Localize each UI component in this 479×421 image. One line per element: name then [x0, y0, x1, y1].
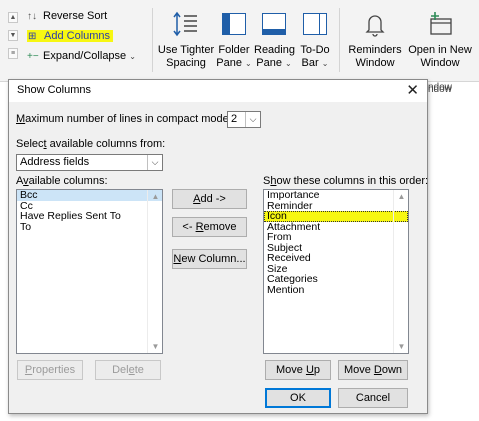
- available-columns-label: Available columns:: [16, 175, 108, 187]
- add-columns-icon: ⊞: [28, 31, 37, 42]
- show-columns-label: Show these columns in this order:: [263, 175, 429, 187]
- move-up-button[interactable]: Move Up: [265, 360, 331, 380]
- gallery-up-icon[interactable]: ▲: [8, 12, 18, 23]
- new-column-button[interactable]: New Column...: [172, 249, 247, 269]
- available-column-item[interactable]: To: [17, 221, 162, 233]
- new-window-icon: [430, 12, 452, 35]
- move-down-button[interactable]: Move Down: [338, 360, 408, 380]
- chevron-down-icon[interactable]: ⌵: [147, 155, 162, 170]
- ribbon-separator: [152, 8, 153, 72]
- ribbon: ▲ ▼ ≡ ↑↓ Reverse Sort ⊞ Add Columns +− Expa…: [0, 0, 479, 95]
- shown-column-item[interactable]: Received: [264, 253, 408, 264]
- dialog-title: Show Columns: [17, 84, 91, 96]
- add-button[interactable]: Add ->: [172, 189, 247, 209]
- available-column-item[interactable]: Bcc: [17, 190, 162, 201]
- folder-pane-icon: [222, 13, 246, 35]
- todo-bar-icon: [303, 13, 327, 35]
- todo-bar-button[interactable]: To-Do Bar ⌄: [297, 4, 333, 76]
- select-from-label: Select available columns from:: [16, 138, 166, 150]
- chevron-down-icon: ⌄: [285, 59, 292, 68]
- chevron-down-icon: ⌄: [245, 59, 252, 68]
- open-new-window-button[interactable]: Open in New Window: [407, 4, 473, 76]
- chevron-down-icon: ⌄: [129, 52, 136, 61]
- remove-button[interactable]: <- Remove: [172, 217, 247, 237]
- reverse-sort-button[interactable]: ↑↓ Reverse Sort: [27, 10, 107, 22]
- scroll-up-icon[interactable]: ▲: [148, 192, 163, 201]
- gallery-more-icon[interactable]: ≡: [8, 48, 18, 59]
- available-list-scrollbar[interactable]: ▲ ▼: [147, 190, 162, 353]
- scroll-up-icon[interactable]: ▲: [394, 192, 409, 201]
- add-columns-button[interactable]: ⊞ Add Columns: [27, 30, 114, 42]
- close-icon[interactable]: ✕: [406, 81, 419, 99]
- properties-button[interactable]: Properties: [17, 360, 83, 380]
- available-columns-list[interactable]: Bcc Cc Have Replies Sent To To ▲ ▼: [16, 189, 163, 354]
- shown-column-item[interactable]: Icon: [264, 211, 408, 222]
- shown-column-item[interactable]: Importance: [264, 190, 408, 201]
- reminders-window-button[interactable]: Reminders Window: [344, 4, 406, 76]
- reverse-sort-icon: ↑↓: [27, 11, 37, 22]
- reading-pane-icon: [262, 13, 286, 35]
- shown-column-item[interactable]: From: [264, 232, 408, 243]
- shown-column-item[interactable]: Mention: [264, 284, 408, 296]
- max-lines-select[interactable]: 2 ⌵: [227, 111, 261, 128]
- dialog-titlebar[interactable]: Show Columns ✕: [9, 80, 427, 102]
- folder-pane-button[interactable]: Folder Pane ⌄: [216, 4, 252, 76]
- shown-list-scrollbar[interactable]: ▲ ▼: [393, 190, 408, 353]
- delete-button[interactable]: Delete: [95, 360, 161, 380]
- chevron-down-icon: ⌄: [321, 59, 329, 68]
- available-column-item[interactable]: Have Replies Sent To: [17, 211, 162, 222]
- scroll-down-icon[interactable]: ▼: [394, 342, 409, 351]
- expand-collapse-button[interactable]: +− Expand/Collapse ⌄: [27, 50, 136, 62]
- tighter-spacing-button[interactable]: Use Tighter Spacing: [156, 4, 216, 76]
- shown-column-item[interactable]: Categories: [264, 274, 408, 285]
- chevron-down-icon[interactable]: ⌵: [245, 112, 260, 127]
- cancel-button[interactable]: Cancel: [338, 388, 408, 408]
- expand-collapse-icon: +−: [27, 51, 39, 62]
- gallery-down-icon[interactable]: ▼: [8, 30, 18, 41]
- shown-columns-list[interactable]: Importance Reminder Icon Attachment From Subj…: [263, 189, 409, 354]
- scroll-down-icon[interactable]: ▼: [148, 342, 163, 351]
- column-source-select[interactable]: Address fields ⌵: [16, 154, 163, 171]
- ok-button[interactable]: OK: [265, 388, 331, 408]
- tighter-spacing-icon: [173, 11, 197, 37]
- reading-pane-button[interactable]: Reading Pane ⌄: [254, 4, 295, 76]
- max-lines-label: Maximum number of lines in compact mode:: [16, 113, 232, 125]
- window-group-label-visible: ndow: [428, 82, 452, 93]
- ribbon-separator: [339, 8, 340, 72]
- bell-icon: [365, 15, 385, 37]
- show-columns-dialog: Show Columns ✕ Maximum number of lines i…: [8, 79, 428, 414]
